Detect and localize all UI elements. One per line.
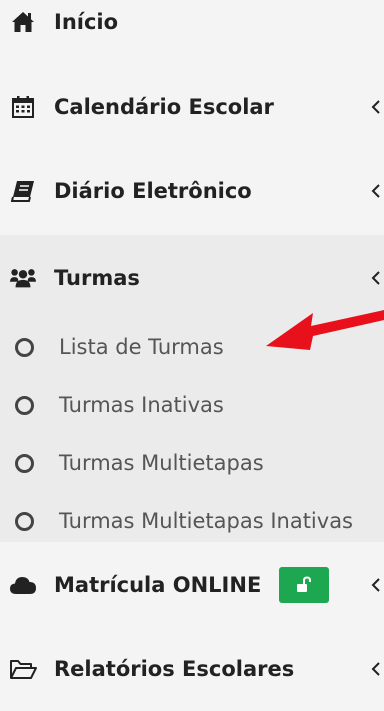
sidebar-item-label: Diário Eletrônico [54, 178, 252, 203]
sidebar-item-calendario[interactable]: Calendário Escolar [0, 64, 384, 149]
submenu-item-lista-de-turmas[interactable]: Lista de Turmas [0, 318, 384, 376]
circle-icon [15, 337, 34, 357]
users-icon [9, 264, 37, 292]
sidebar-menu: Início Calendário Escolar Diário Eletrôn… [0, 0, 384, 683]
circle-icon [15, 511, 34, 531]
submenu-item-label: Turmas Multietapas [59, 451, 264, 475]
chevron-left-icon [369, 655, 383, 683]
submenu-item-turmas-multietapas[interactable]: Turmas Multietapas [0, 434, 384, 492]
circle-icon [15, 395, 34, 415]
cloud-icon [9, 571, 37, 599]
unlock-icon [295, 575, 313, 594]
folder-open-icon [9, 655, 37, 683]
submenu-item-label: Turmas Multietapas Inativas [59, 509, 353, 533]
sidebar-group-turmas: Turmas Lista de Turmas Turmas Inativas T… [0, 235, 384, 542]
chevron-left-icon [369, 177, 383, 205]
submenu-item-turmas-inativas[interactable]: Turmas Inativas [0, 376, 384, 434]
sidebar-item-label: Início [54, 9, 119, 34]
submenu-item-label: Lista de Turmas [59, 335, 224, 359]
sidebar-item-label: Turmas [54, 265, 140, 290]
sidebar-item-matricula[interactable]: Matrícula ONLINE [0, 542, 384, 627]
calendar-icon [9, 93, 37, 121]
sidebar-item-label: Relatórios Escolares [54, 656, 295, 681]
chevron-left-icon [369, 93, 383, 121]
sidebar-item-label: Matrícula ONLINE [54, 572, 262, 597]
sidebar-item-turmas[interactable]: Turmas [0, 235, 384, 320]
sidebar-item-label: Calendário Escolar [54, 94, 274, 119]
chevron-left-icon [369, 264, 383, 292]
home-icon [9, 8, 37, 36]
chevron-left-icon [369, 571, 383, 599]
sidebar-item-inicio[interactable]: Início [0, 0, 384, 64]
sidebar-item-diario[interactable]: Diário Eletrônico [0, 148, 384, 233]
sidebar-item-relatorios[interactable]: Relatórios Escolares [0, 626, 384, 711]
book-icon [9, 177, 37, 205]
circle-icon [15, 453, 34, 473]
status-badge [279, 566, 329, 603]
submenu-item-label: Turmas Inativas [59, 393, 224, 417]
